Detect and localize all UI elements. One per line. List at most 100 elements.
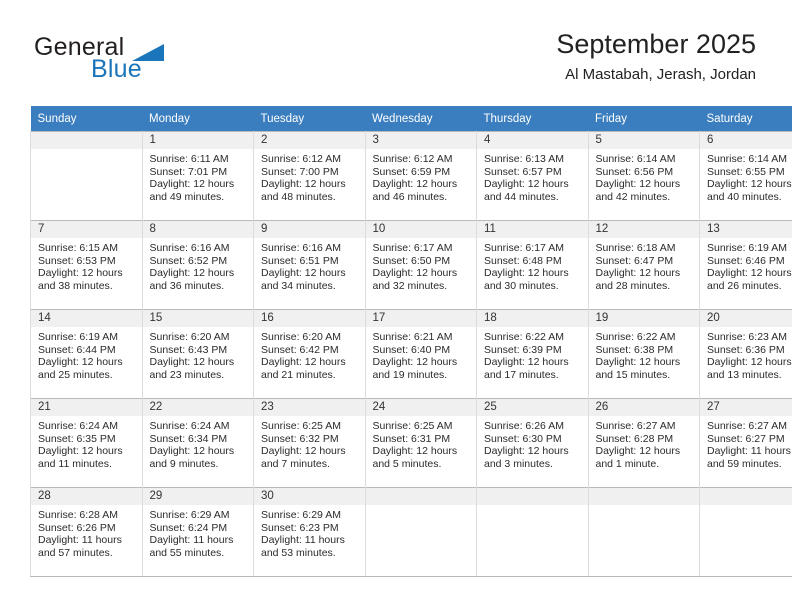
day-number: 26 [588,399,699,416]
calendar-page: General Blue September 2025 Al Mastabah,… [0,0,792,612]
calendar-day-cell[interactable]: 2 Sunrise: 6:12 AM Sunset: 7:00 PM Daylight… [253,131,366,221]
day-details: Sunrise: 6:27 AM Sunset: 6:28 PM Daylight:… [589,416,700,470]
day-number: 8 [142,221,253,238]
sunrise-text: Sunrise: 6:17 AM [372,242,453,254]
daylight-text: Daylight: 12 hours and 21 minutes. [261,356,346,381]
daylight-text: Daylight: 12 hours and 48 minutes. [261,178,346,203]
calendar-day-cell[interactable]: 13 Sunrise: 6:19 AM Sunset: 6:46 PM Dayligh… [699,220,792,310]
day-details: Sunrise: 6:25 AM Sunset: 6:31 PM Daylight:… [366,416,477,470]
sunrise-text: Sunrise: 6:19 AM [38,331,118,343]
day-number: 14 [31,310,142,327]
day-number [477,488,588,505]
sunset-text: Sunset: 6:52 PM [149,254,228,267]
column-header-wednesday: Wednesday [365,106,477,132]
day-number: 13 [700,221,792,238]
day-number: 21 [31,399,142,416]
daylight-text: Daylight: 12 hours and 26 minutes. [707,267,792,292]
daylight-text: Daylight: 12 hours and 49 minutes. [149,178,235,203]
sunrise-text: Sunrise: 6:12 AM [372,153,453,165]
day-details: Sunrise: 6:20 AM Sunset: 6:43 PM Daylight:… [143,327,254,381]
sunrise-text: Sunrise: 6:14 AM [707,153,787,165]
calendar-day-cell[interactable]: 1 Sunrise: 6:11 AM Sunset: 7:01 PM Daylight… [141,131,254,221]
calendar-day-cell[interactable]: 30 Sunrise: 6:29 AM Sunset: 6:23 PM Dayligh… [253,487,366,577]
calendar-day-cell[interactable]: 7 Sunrise: 6:15 AM Sunset: 6:53 PM Daylight… [30,220,143,310]
day-details: Sunrise: 6:19 AM Sunset: 6:44 PM Daylight:… [31,327,142,381]
calendar-day-cell[interactable]: 25 Sunrise: 6:26 AM Sunset: 6:30 PM Dayligh… [476,398,589,488]
calendar-week-row: 14 Sunrise: 6:19 AM Sunset: 6:44 PM Dayligh… [30,309,792,399]
day-number: 1 [142,132,253,149]
day-number: 7 [31,221,142,238]
day-number: 2 [254,132,365,149]
daylight-text: Daylight: 12 hours and 46 minutes. [372,178,458,203]
calendar-day-cell[interactable]: 6 Sunrise: 6:14 AM Sunset: 6:55 PM Daylight… [699,131,792,221]
calendar-day-cell[interactable]: 24 Sunrise: 6:25 AM Sunset: 6:31 PM Dayligh… [364,398,477,488]
day-number: 4 [477,132,588,149]
calendar-day-cell[interactable]: 11 Sunrise: 6:17 AM Sunset: 6:48 PM Dayligh… [476,220,589,310]
calendar-day-cell[interactable]: 9 Sunrise: 6:16 AM Sunset: 6:51 PM Daylight… [253,220,366,310]
day-number: 22 [142,399,253,416]
column-header-saturday: Saturday [699,106,792,132]
day-details: Sunrise: 6:28 AM Sunset: 6:26 PM Daylight:… [31,505,142,559]
sunrise-text: Sunrise: 6:24 AM [149,420,230,432]
calendar-week-row: 28 Sunrise: 6:28 AM Sunset: 6:26 PM Dayligh… [30,487,792,577]
calendar-day-cell[interactable]: 16 Sunrise: 6:20 AM Sunset: 6:42 PM Dayligh… [253,309,366,399]
day-details: Sunrise: 6:22 AM Sunset: 6:38 PM Daylight:… [589,327,700,381]
daylight-text: Daylight: 12 hours and 30 minutes. [484,267,569,292]
column-header-thursday: Thursday [476,106,588,132]
calendar-week-row: 7 Sunrise: 6:15 AM Sunset: 6:53 PM Daylight… [30,220,792,310]
sunrise-text: Sunrise: 6:26 AM [484,420,564,432]
day-number [700,488,792,505]
daylight-text: Daylight: 12 hours and 15 minutes. [595,356,681,381]
daylight-text: Daylight: 11 hours and 53 minutes. [261,534,345,559]
sunset-text: Sunset: 6:42 PM [261,343,339,356]
page-header: General Blue September 2025 Al Mastabah,… [0,0,792,100]
calendar-day-cell[interactable]: 27 Sunrise: 6:27 AM Sunset: 6:27 PM Dayligh… [699,398,792,488]
day-number [588,488,699,505]
day-number [365,488,476,505]
calendar-day-cell[interactable]: 26 Sunrise: 6:27 AM Sunset: 6:28 PM Dayligh… [587,398,700,488]
calendar-day-cell[interactable]: 22 Sunrise: 6:24 AM Sunset: 6:34 PM Dayligh… [141,398,254,488]
day-details: Sunrise: 6:24 AM Sunset: 6:34 PM Daylight:… [143,416,254,470]
calendar-day-cell[interactable]: 3 Sunrise: 6:12 AM Sunset: 6:59 PM Daylight… [364,131,477,221]
sunset-text: Sunset: 6:51 PM [261,254,339,267]
calendar-day-cell[interactable]: 23 Sunrise: 6:25 AM Sunset: 6:32 PM Dayligh… [253,398,366,488]
day-details: Sunrise: 6:14 AM Sunset: 6:56 PM Daylight:… [589,149,700,203]
calendar-cell-empty [30,131,143,221]
sunrise-text: Sunrise: 6:18 AM [595,242,676,254]
day-details: Sunrise: 6:11 AM Sunset: 7:01 PM Daylight:… [143,149,254,203]
sunrise-text: Sunrise: 6:29 AM [149,509,230,521]
calendar-day-cell[interactable]: 15 Sunrise: 6:20 AM Sunset: 6:43 PM Dayligh… [141,309,254,399]
calendar-day-cell[interactable]: 20 Sunrise: 6:23 AM Sunset: 6:36 PM Dayligh… [699,309,792,399]
calendar-day-cell[interactable]: 4 Sunrise: 6:13 AM Sunset: 6:57 PM Daylight… [476,131,589,221]
calendar-day-cell[interactable]: 14 Sunrise: 6:19 AM Sunset: 6:44 PM Dayligh… [30,309,143,399]
calendar-day-cell[interactable]: 21 Sunrise: 6:24 AM Sunset: 6:35 PM Dayligh… [30,398,143,488]
sunset-text: Sunset: 6:46 PM [707,254,785,267]
calendar-day-cell[interactable]: 18 Sunrise: 6:22 AM Sunset: 6:39 PM Dayligh… [476,309,589,399]
calendar-header-row: Sunday Monday Tuesday Wednesday Thursday Frid… [30,106,792,132]
calendar-day-cell[interactable]: 12 Sunrise: 6:18 AM Sunset: 6:47 PM Dayligh… [587,220,700,310]
sunset-text: Sunset: 6:47 PM [595,254,674,267]
daylight-text: Daylight: 12 hours and 38 minutes. [38,267,123,292]
sunset-text: Sunset: 6:34 PM [149,432,228,445]
calendar-day-cell[interactable]: 17 Sunrise: 6:21 AM Sunset: 6:40 PM Dayligh… [364,309,477,399]
daylight-text: Daylight: 12 hours and 5 minutes. [372,445,458,470]
sunrise-text: Sunrise: 6:16 AM [149,242,230,254]
calendar-day-cell[interactable]: 28 Sunrise: 6:28 AM Sunset: 6:26 PM Dayligh… [30,487,143,577]
calendar-day-cell[interactable]: 5 Sunrise: 6:14 AM Sunset: 6:56 PM Daylight… [587,131,700,221]
sunset-text: Sunset: 6:48 PM [484,254,562,267]
calendar-day-cell[interactable]: 19 Sunrise: 6:22 AM Sunset: 6:38 PM Dayligh… [587,309,700,399]
day-details: Sunrise: 6:26 AM Sunset: 6:30 PM Daylight:… [477,416,588,470]
column-header-tuesday: Tuesday [253,106,365,132]
calendar-day-cell[interactable]: 8 Sunrise: 6:16 AM Sunset: 6:52 PM Daylight… [141,220,254,310]
daylight-text: Daylight: 12 hours and 19 minutes. [372,356,458,381]
day-details: Sunrise: 6:25 AM Sunset: 6:32 PM Daylight:… [254,416,365,470]
logo-general-blue[interactable]: General Blue [34,34,224,84]
calendar-day-cell[interactable]: 29 Sunrise: 6:29 AM Sunset: 6:24 PM Dayligh… [141,487,254,577]
calendar-day-cell[interactable]: 10 Sunrise: 6:17 AM Sunset: 6:50 PM Dayligh… [364,220,477,310]
sunset-text: Sunset: 6:40 PM [372,343,451,356]
sunrise-text: Sunrise: 6:29 AM [261,509,341,521]
calendar-cell-empty [587,487,700,577]
daylight-text: Daylight: 12 hours and 40 minutes. [707,178,792,203]
day-details: Sunrise: 6:12 AM Sunset: 6:59 PM Daylight:… [366,149,477,203]
daylight-text: Daylight: 12 hours and 7 minutes. [261,445,346,470]
